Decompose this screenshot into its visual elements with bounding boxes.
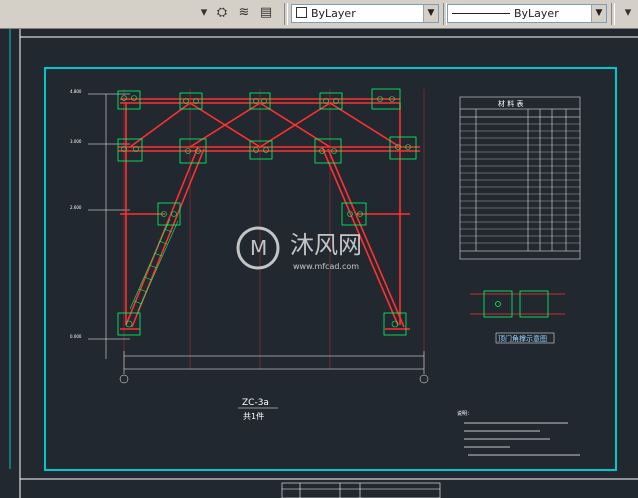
parts-table — [459, 96, 581, 260]
title-block — [281, 482, 441, 498]
layer-dropdown-arrow-icon[interactable]: ▾ — [196, 5, 212, 21]
drawing-canvas[interactable]: 4.800 3.000 2.600 0.000 ZC-3a 共1件 材 料 表 … — [0, 29, 638, 498]
detail-label: 顶门角撑示意图 — [498, 334, 547, 343]
detail-sketch — [470, 290, 565, 318]
drawing-title: ZC-3a — [242, 398, 269, 408]
parts-table-rows — [460, 123, 580, 244]
watermark: M 沐风网 www.mfcad.com — [236, 226, 362, 271]
properties-toolbar: ▾ ⛭ ≋ ▤ ByLayer ▼ ByLayer ▼ ▾ — [0, 0, 638, 29]
color-swatch — [296, 7, 307, 18]
linetype-control-dropdown[interactable]: ByLayer ▼ — [447, 4, 607, 23]
watermark-text: 沐风网 — [290, 231, 362, 259]
color-control-value: ByLayer — [311, 7, 356, 20]
notes-header: 说明： — [457, 410, 472, 417]
truss-members — [118, 98, 420, 330]
elevation-label: 0.000 — [70, 334, 82, 339]
linetype-control-value: ByLayer — [514, 7, 559, 20]
bolt-markers — [121, 95, 411, 328]
chevron-down-icon[interactable]: ▼ — [423, 5, 438, 22]
notes-lines — [464, 422, 580, 456]
grid-axes — [123, 89, 425, 369]
elevation-label: 4.800 — [70, 89, 82, 94]
toolbar-separator — [611, 3, 615, 25]
layer-match-icon[interactable]: ⛭ — [214, 5, 230, 21]
watermark-logo-icon: M — [250, 236, 267, 260]
layer-states-icon[interactable]: ▤ — [258, 5, 274, 21]
drawing-subtitle: 共1件 — [243, 411, 264, 421]
elevation-label: 3.000 — [70, 139, 82, 144]
elevation-label: 2.600 — [70, 205, 82, 210]
elevation-markers: 4.800 3.000 2.600 0.000 — [70, 89, 130, 359]
parts-table-title: 材 料 表 — [498, 99, 523, 108]
linetype-preview — [452, 13, 510, 14]
lineweight-dropdown-icon[interactable]: ▾ — [620, 5, 636, 21]
chevron-down-icon[interactable]: ▼ — [591, 5, 606, 22]
dimension-line — [119, 351, 429, 384]
color-control-dropdown[interactable]: ByLayer ▼ — [291, 4, 439, 23]
watermark-url: www.mfcad.com — [293, 262, 359, 271]
toolbar-separator — [284, 3, 288, 25]
layer-previous-icon[interactable]: ≋ — [236, 5, 252, 21]
